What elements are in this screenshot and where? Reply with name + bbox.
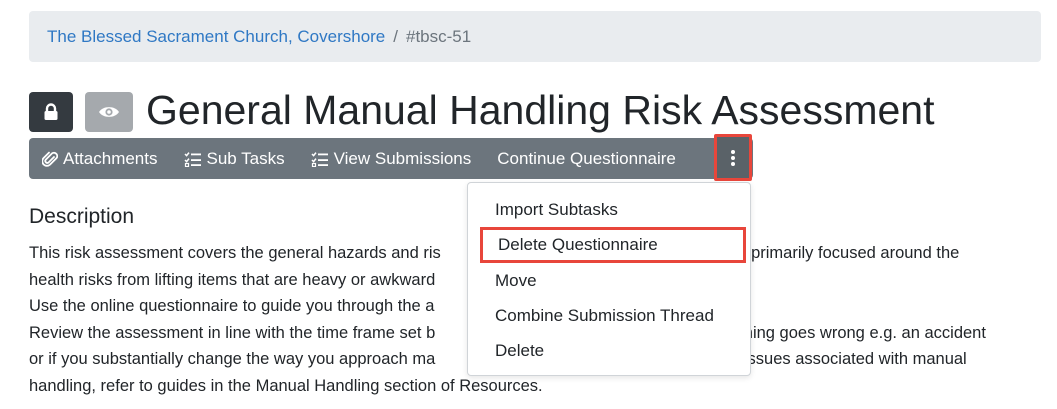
attachments-button[interactable]: Attachments <box>29 138 171 179</box>
vertical-ellipsis-icon <box>731 149 735 166</box>
eye-icon <box>99 107 119 117</box>
page-title: General Manual Handling Risk Assessment <box>146 87 935 133</box>
sub-tasks-button[interactable]: Sub Tasks <box>171 138 298 179</box>
attachments-label: Attachments <box>63 148 158 168</box>
lock-button[interactable] <box>29 92 73 132</box>
checklist-icon <box>183 151 202 167</box>
menu-item-move[interactable]: Move <box>468 263 750 298</box>
view-submissions-button[interactable]: View Submissions <box>298 138 485 179</box>
checklist-icon <box>311 151 329 167</box>
breadcrumb: The Blessed Sacrament Church, Covershore… <box>29 11 1041 62</box>
description-line: handling, refer to guides in the Manual … <box>29 376 543 395</box>
menu-item-combine-submission-thread[interactable]: Combine Submission Thread <box>468 298 750 333</box>
visibility-button[interactable] <box>85 92 133 132</box>
breadcrumb-current: #tbsc-51 <box>406 26 472 46</box>
continue-questionnaire-button[interactable]: Continue Questionnaire <box>484 138 689 179</box>
view-submissions-label: View Submissions <box>333 148 472 168</box>
menu-item-import-subtasks[interactable]: Import Subtasks <box>468 192 750 227</box>
action-toolbar: Attachments Sub Tasks View Submissions C… <box>29 138 753 179</box>
sub-tasks-label: Sub Tasks <box>206 148 285 168</box>
breadcrumb-separator: / <box>393 26 398 46</box>
continue-questionnaire-label: Continue Questionnaire <box>497 148 676 168</box>
more-actions-button[interactable] <box>714 134 752 181</box>
more-actions-dropdown: Import Subtasks Delete Questionnaire Mov… <box>467 182 751 376</box>
breadcrumb-link-church[interactable]: The Blessed Sacrament Church, Covershore <box>47 27 385 47</box>
menu-item-delete[interactable]: Delete <box>468 333 750 368</box>
description-heading: Description <box>29 205 135 228</box>
paperclip-icon <box>42 150 58 168</box>
menu-item-delete-questionnaire[interactable]: Delete Questionnaire <box>480 227 746 263</box>
lock-icon <box>44 103 58 120</box>
